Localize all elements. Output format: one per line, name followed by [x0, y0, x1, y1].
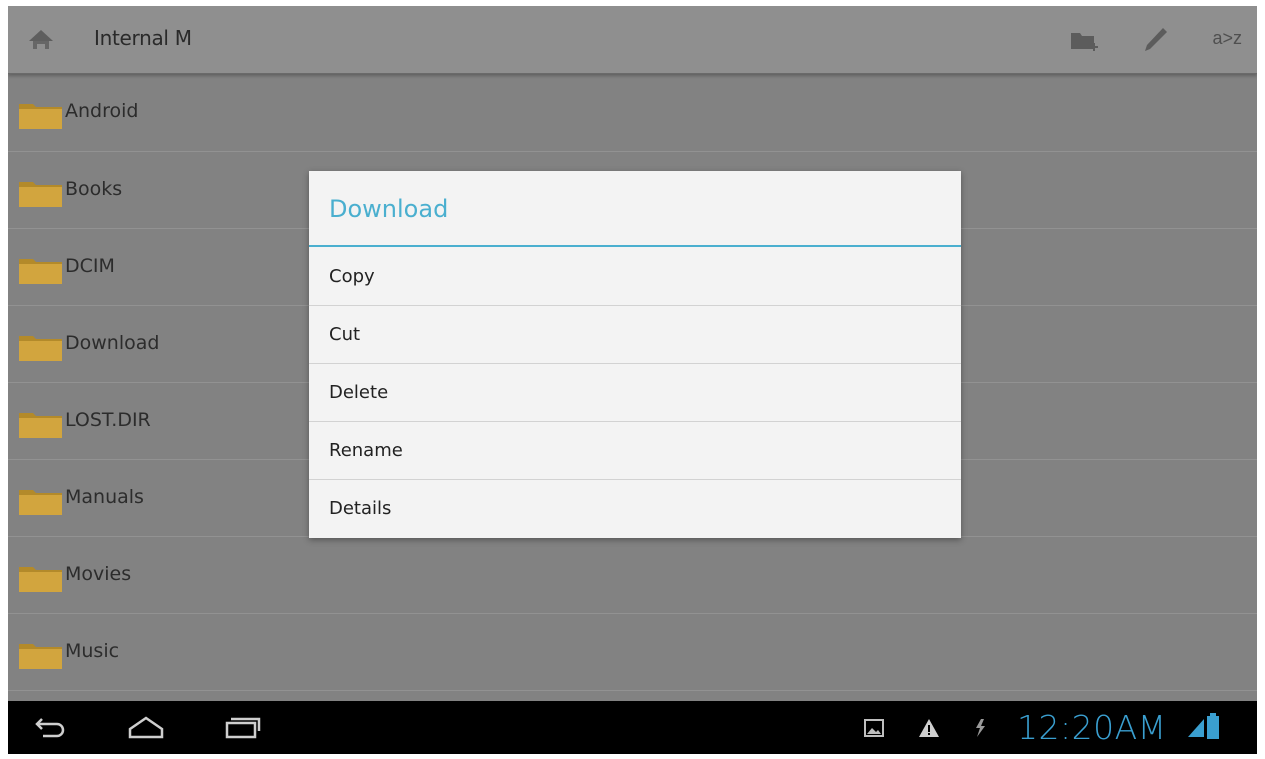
- recent-apps-icon[interactable]: [221, 711, 263, 743]
- signal-icon: [1188, 719, 1204, 737]
- context-menu: Copy Cut Delete Rename Details: [309, 248, 961, 537]
- edit-pencil-icon[interactable]: [1139, 24, 1171, 56]
- menu-item-label: Rename: [329, 440, 403, 461]
- folder-name: Music: [65, 640, 120, 662]
- sort-button[interactable]: a>z: [1212, 28, 1242, 49]
- menu-item-rename[interactable]: Rename: [309, 422, 961, 480]
- dialog-title: Download: [329, 195, 449, 223]
- back-icon[interactable]: [28, 711, 70, 743]
- menu-item-cut[interactable]: Cut: [309, 306, 961, 364]
- menu-item-label: Details: [329, 498, 392, 519]
- usb-debug-icon[interactable]: [972, 717, 988, 739]
- folder-icon: [19, 413, 62, 438]
- home-icon[interactable]: [26, 24, 56, 54]
- folder-icon: [19, 182, 62, 207]
- action-bar: Internal M a>z: [8, 6, 1257, 74]
- menu-item-copy[interactable]: Copy: [309, 248, 961, 306]
- dialog-divider: [309, 245, 961, 247]
- menu-item-label: Cut: [329, 324, 361, 345]
- menu-item-delete[interactable]: Delete: [309, 364, 961, 422]
- folder-row-movies[interactable]: Movies: [8, 537, 1257, 614]
- folder-name: Books: [65, 178, 123, 200]
- location-title: Internal M: [94, 26, 192, 50]
- menu-item-label: Delete: [329, 382, 389, 403]
- system-bar: 12:20AM: [8, 701, 1257, 754]
- folder-name: LOST.DIR: [65, 409, 151, 431]
- status-clock: 12:20AM: [1017, 708, 1167, 747]
- context-menu-dialog: Download Copy Cut Delete Rename Details: [309, 171, 961, 538]
- new-folder-icon[interactable]: [1068, 24, 1100, 56]
- folder-name: Manuals: [65, 486, 144, 508]
- gallery-notification-icon[interactable]: [863, 717, 885, 739]
- folder-icon: [19, 336, 62, 361]
- battery-icon: [1207, 713, 1219, 739]
- warning-icon[interactable]: [918, 717, 940, 739]
- folder-icon: [19, 490, 62, 515]
- folder-row-android[interactable]: Android: [8, 74, 1257, 152]
- folder-icon: [19, 567, 62, 592]
- folder-name: Movies: [65, 563, 132, 585]
- home-nav-icon[interactable]: [125, 711, 167, 743]
- screen: Internal M a>z Android Books DCIM Downlo…: [8, 6, 1257, 754]
- folder-name: DCIM: [65, 255, 115, 277]
- folder-name: Download: [65, 332, 160, 354]
- menu-item-label: Copy: [329, 266, 375, 287]
- folder-icon: [19, 259, 62, 284]
- folder-icon: [19, 644, 62, 669]
- folder-row-music[interactable]: Music: [8, 614, 1257, 691]
- folder-icon: [19, 104, 62, 129]
- menu-item-details[interactable]: Details: [309, 480, 961, 537]
- folder-name: Android: [65, 100, 139, 122]
